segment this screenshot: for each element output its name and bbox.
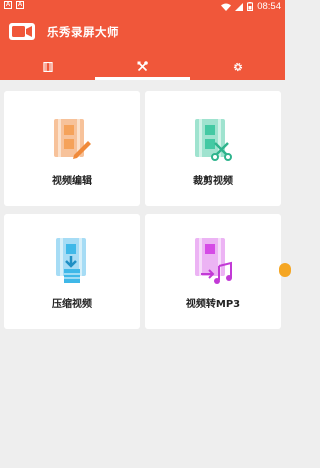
gear-icon: [233, 62, 242, 71]
video-compress-icon: [56, 238, 86, 283]
notification-icon: A: [16, 1, 24, 9]
tool-card-video-to-mp3[interactable]: 视频转MP3: [145, 214, 281, 329]
clock: 08:54: [257, 1, 281, 12]
status-right: 08:54: [221, 0, 281, 13]
video-crop-icon: [195, 119, 232, 161]
video-to-mp3-icon: [195, 238, 232, 284]
tab-videos[interactable]: [0, 53, 95, 80]
video-edit-icon: [54, 119, 91, 159]
tool-card-video-crop[interactable]: 裁剪视频: [145, 91, 281, 206]
tab-indicator: [95, 77, 190, 80]
tool-card-video-compress[interactable]: 压缩视频: [4, 214, 140, 329]
battery-icon: [247, 2, 254, 11]
status-left-icons: A A: [4, 1, 24, 9]
tab-bar: [0, 53, 285, 80]
signal-icon: [235, 2, 244, 11]
tab-tools[interactable]: [95, 53, 190, 80]
status-bar: A A 08:54: [0, 0, 285, 13]
floating-bubble[interactable]: [279, 263, 291, 277]
tool-label: 视频编辑: [52, 176, 92, 187]
app-bar: 乐秀录屏大师: [0, 13, 285, 53]
app-logo-icon: [9, 23, 35, 40]
tool-label: 压缩视频: [52, 299, 92, 310]
tool-label: 视频转MP3: [185, 299, 241, 310]
film-icon: [42, 61, 53, 72]
app-title: 乐秀录屏大师: [47, 25, 119, 39]
tool-card-video-edit[interactable]: 视频编辑: [4, 91, 140, 206]
tab-settings[interactable]: [190, 53, 285, 80]
tool-label: 裁剪视频: [193, 176, 233, 187]
notification-icon: A: [4, 1, 12, 9]
tools-icon: [137, 61, 148, 72]
wifi-icon: [221, 3, 232, 11]
